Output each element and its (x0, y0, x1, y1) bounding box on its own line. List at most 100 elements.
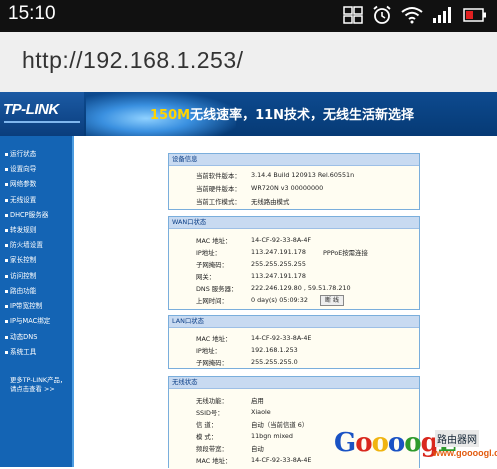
menu-item-label: 设置向导 (10, 165, 37, 173)
watermark-letter: G (334, 428, 356, 458)
alarm-icon (373, 5, 391, 24)
wan-status-panel: WAN口状态 MAC 地址： 14-CF-92-33-8A-4F IP地址： 113… (168, 216, 420, 310)
watermark-letter: o (404, 428, 421, 458)
menu-item-ip-mac-binding[interactable]: IP与MAC绑定 (5, 315, 50, 325)
row-label: 信 道： (196, 421, 218, 429)
menu-item-firewall[interactable]: 防火墙设置 (5, 239, 43, 249)
row-label: 当前硬件版本： (196, 185, 241, 193)
menu-item-access-control[interactable]: 访问控制 (5, 270, 36, 280)
disconnect-button[interactable]: 断 线 (320, 295, 344, 306)
row-label: SSID号： (196, 409, 224, 417)
row-label: IP地址： (196, 347, 221, 355)
section-title: 无线状态 (169, 377, 419, 389)
row-value: 113.247.191.178 (251, 272, 306, 280)
row-value: 14-CF-92-33-8A-4E (251, 456, 312, 464)
more-products-line1: 更多TP-LINK产品， (10, 376, 67, 384)
banner-slogan: 150M无线速率，11N技术，无线生活新选择 (150, 104, 414, 123)
row-label: 子网掩码： (196, 261, 228, 269)
menu-item-setup-wizard[interactable]: 设置向导 (5, 163, 36, 173)
row-value: 无线路由模式 (251, 198, 290, 206)
watermark-url: www.goooogl.com (433, 448, 497, 458)
row-value: 192.168.1.253 (251, 346, 298, 354)
url-text[interactable]: http://192.168.1.253/ (22, 47, 244, 74)
tplink-logo: TP-LINK (0, 92, 84, 136)
row-value: 255.255.255.0 (251, 358, 298, 366)
row-label: 网关： (196, 273, 216, 281)
menu-item-label: IP带宽控制 (10, 302, 43, 310)
section-title: LAN口状态 (169, 316, 419, 328)
row-label: MAC 地址： (196, 335, 232, 343)
row-value: 0 day(s) 05:09:32 (251, 296, 308, 304)
row-label: 当前工作模式： (196, 198, 241, 206)
row-label: MAC 地址： (196, 457, 232, 465)
menu-item-label: 访问控制 (10, 272, 37, 280)
row-value: 自动 (251, 445, 264, 453)
menu-item-label: 系统工具 (10, 348, 37, 356)
watermark-letter: o (371, 428, 389, 458)
menu-item-label: DHCP服务器 (10, 211, 49, 219)
browser-address-bar[interactable]: http://192.168.1.253/ (0, 32, 497, 93)
router-banner: TP-LINK 150M无线速率，11N技术，无线生活新选择 (0, 92, 497, 136)
row-label: 上网时间： (196, 297, 228, 305)
row-value: Xiaole (251, 408, 271, 416)
menu-item-status[interactable]: 运行状态 (5, 148, 36, 158)
row-value: 113.247.191.178 (251, 248, 306, 256)
row-value: 222.246.129.80 , 59.51.78.210 (251, 284, 351, 292)
section-title: WAN口状态 (169, 217, 419, 229)
watermark-logo: GoooogL 路由器网 www.goooogl.com (334, 426, 497, 462)
row-value: 14-CF-92-33-8A-4E (251, 334, 312, 342)
menu-item-wireless[interactable]: 无线设置 (5, 194, 36, 204)
watermark-site-name: 路由器网 (435, 430, 479, 447)
menu-item-forwarding[interactable]: 转发规则 (5, 224, 36, 234)
slogan-highlight: 150M (150, 108, 191, 123)
menu-item-label: 动态DNS (10, 333, 38, 341)
router-menu: 运行状态 设置向导 网络参数 无线设置 DHCP服务器 转发规则 防火墙设置 家… (0, 136, 74, 467)
menu-item-label: IP与MAC绑定 (10, 317, 51, 325)
row-value: 启用 (251, 397, 264, 405)
watermark-letter: o (355, 428, 372, 458)
connection-type: PPPoE按需连接 (323, 249, 368, 257)
row-value: 255.255.255.255 (251, 260, 306, 268)
sim-icon (343, 6, 363, 24)
signal-icon (433, 7, 451, 23)
device-info-panel: 设备信息 当前软件版本： 3.14.4 Build 120913 Rel.6055… (168, 153, 420, 210)
battery-icon (463, 8, 486, 22)
row-label: 当前软件版本： (196, 172, 241, 180)
menu-item-label: 家长控制 (10, 256, 37, 264)
row-label: 频段带宽： (196, 445, 228, 453)
menu-item-label: 转发规则 (10, 226, 37, 234)
menu-item-label: 无线设置 (10, 196, 37, 204)
slogan-text: 无线速率，11N技术，无线生活新选择 (190, 108, 415, 123)
wifi-icon (401, 7, 423, 24)
row-label: 子网掩码： (196, 359, 228, 367)
menu-item-bandwidth[interactable]: IP带宽控制 (5, 300, 42, 310)
menu-item-dhcp[interactable]: DHCP服务器 (5, 209, 48, 219)
menu-item-label: 网络参数 (10, 180, 37, 188)
menu-item-network[interactable]: 网络参数 (5, 178, 36, 188)
row-value: 11bgn mixed (251, 432, 293, 440)
row-label: 模 式： (196, 433, 218, 441)
tplink-logo-text: TP-LINK (3, 101, 59, 118)
row-value: 14-CF-92-33-8A-4F (251, 236, 312, 244)
phone-status-bar: 15:10 (0, 0, 497, 32)
row-value: 自动（当前信道 6） (251, 421, 309, 429)
section-title: 设备信息 (169, 154, 419, 166)
menu-item-label: 防火墙设置 (10, 241, 43, 249)
status-page: 设备信息 当前软件版本： 3.14.4 Build 120913 Rel.6055… (74, 136, 497, 469)
row-label: MAC 地址： (196, 237, 232, 245)
row-value: 3.14.4 Build 120913 Rel.60551n (251, 171, 355, 179)
menu-item-system-tools[interactable]: 系统工具 (5, 346, 36, 356)
more-products-link[interactable]: 更多TP-LINK产品， 请点击查看 >> (10, 376, 70, 394)
menu-item-parental-control[interactable]: 家长控制 (5, 254, 36, 264)
row-label: IP地址： (196, 249, 221, 257)
watermark-letter: o (387, 428, 405, 458)
row-label: DNS 服务器： (196, 285, 238, 293)
clock: 15:10 (8, 3, 56, 24)
menu-item-label: 运行状态 (10, 150, 37, 158)
row-value: WR720N v3 00000000 (251, 184, 324, 192)
row-label: 无线功能： (196, 397, 228, 405)
menu-item-routing[interactable]: 路由功能 (5, 285, 36, 295)
menu-item-ddns[interactable]: 动态DNS (5, 331, 37, 341)
menu-item-label: 路由功能 (10, 287, 37, 295)
more-products-line2: 请点击查看 >> (10, 385, 55, 393)
